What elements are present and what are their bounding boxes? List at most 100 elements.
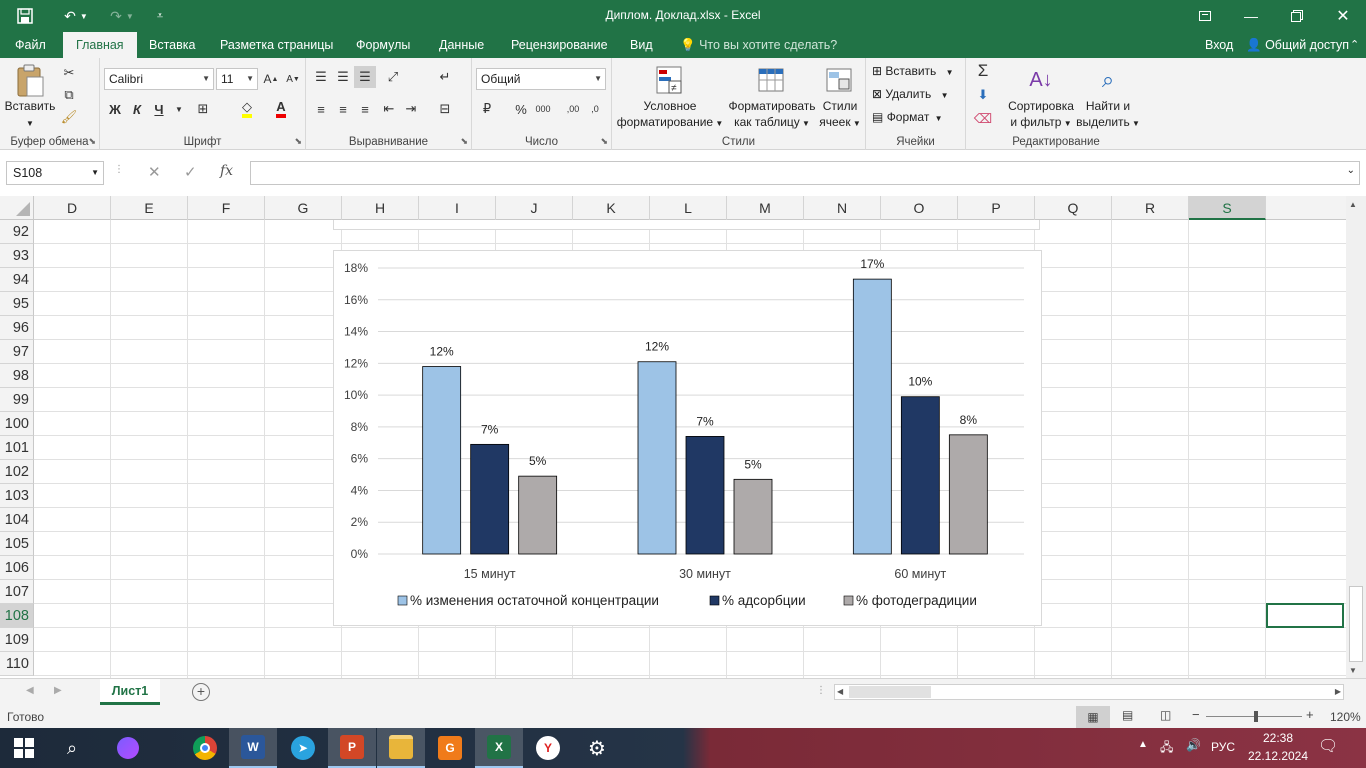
row-header-103[interactable]: 103 <box>0 484 34 508</box>
autosum-icon[interactable]: Σ <box>972 60 994 82</box>
row-header-104[interactable]: 104 <box>0 508 34 532</box>
chrome-icon[interactable] <box>181 728 229 768</box>
number-format-select[interactable]: Общий ▼ <box>476 68 606 90</box>
tell-me-box[interactable]: 💡 Что вы хотите сделать? <box>680 32 837 58</box>
clipboard-launcher-icon[interactable]: ⬊ <box>88 136 96 147</box>
cut-icon[interactable]: ✂ <box>58 62 80 84</box>
row-header-108[interactable]: 108 <box>0 604 34 628</box>
tab-home[interactable]: Главная <box>63 32 137 58</box>
column-header-e[interactable]: E <box>111 196 188 220</box>
format-cells-button[interactable]: ▤ Формат ▼ <box>872 109 943 127</box>
tab-page-layout[interactable]: Разметка страницы <box>207 32 346 58</box>
network-icon[interactable]: 🖧 <box>1160 738 1173 759</box>
row-header-99[interactable]: 99 <box>0 388 34 412</box>
column-header-h[interactable]: H <box>342 196 419 220</box>
conditional-formatting-button[interactable]: ≠ Условное форматирование ▼ <box>616 62 724 132</box>
delete-cells-button[interactable]: ⊠ Удалить ▼ <box>872 86 949 104</box>
page-layout-view-icon[interactable]: ▤ <box>1122 708 1133 722</box>
clear-icon[interactable]: ⌫ <box>972 108 994 130</box>
align-center-icon[interactable]: ≡ <box>332 98 354 120</box>
enter-formula-icon[interactable]: ✓ <box>184 163 197 181</box>
increase-indent-icon[interactable]: ⇥ <box>400 98 422 120</box>
wrap-text-icon[interactable]: ↵ <box>434 66 456 88</box>
row-header-106[interactable]: 106 <box>0 556 34 580</box>
column-header-f[interactable]: F <box>188 196 265 220</box>
column-header-q[interactable]: Q <box>1035 196 1112 220</box>
currency-icon[interactable]: ₽ <box>476 98 498 120</box>
format-painter-icon[interactable]: 🖌 <box>58 106 80 128</box>
decrease-decimal-icon[interactable]: ,0 <box>584 98 606 120</box>
chart[interactable]: 0% 2% 4% 6% 8% 10% 12% 14% 16% 18% 12% 7% 5% 15 минут… <box>333 250 1042 626</box>
find-select-button[interactable]: ⌕ Найти и выделить ▼ <box>1076 62 1140 132</box>
row-header-105[interactable]: 105 <box>0 532 34 556</box>
column-header-g[interactable]: G <box>265 196 342 220</box>
align-right-icon[interactable]: ≡ <box>354 98 376 120</box>
column-header-k[interactable]: K <box>573 196 650 220</box>
font-color-icon[interactable]: A <box>270 98 292 120</box>
pdf-app-icon[interactable]: G <box>426 728 474 768</box>
column-header-m[interactable]: M <box>727 196 804 220</box>
chevron-down-icon[interactable]: ▼ <box>168 98 190 120</box>
name-box[interactable]: S108 ▼ <box>6 161 104 185</box>
file-explorer-icon[interactable] <box>377 728 425 768</box>
row-header-100[interactable]: 100 <box>0 412 34 436</box>
copy-icon[interactable]: ⧉ <box>58 84 80 106</box>
sheet-tab[interactable]: Лист1 <box>100 679 160 705</box>
zoom-out-icon[interactable]: − <box>1192 707 1200 722</box>
align-left-icon[interactable]: ≡ <box>310 98 332 120</box>
tab-data[interactable]: Данные <box>426 32 497 58</box>
scroll-right-icon[interactable]: ▶ <box>1335 685 1341 699</box>
horizontal-scrollbar[interactable]: ◀ ▶ <box>834 684 1344 700</box>
decrease-indent-icon[interactable]: ⇤ <box>378 98 400 120</box>
powerpoint-icon[interactable]: P <box>328 728 376 768</box>
underline-button[interactable]: Ч <box>148 98 170 120</box>
normal-view-icon[interactable]: ▦ <box>1076 706 1110 728</box>
scroll-up-icon[interactable]: ▲ <box>1349 200 1357 209</box>
excel-icon[interactable]: X <box>475 728 523 768</box>
page-break-view-icon[interactable]: ◫ <box>1160 708 1171 722</box>
close-icon[interactable]: ✕ <box>1320 0 1366 32</box>
cell-styles-button[interactable]: Стили ячеек ▼ <box>818 62 862 132</box>
column-header-n[interactable]: N <box>804 196 881 220</box>
collapse-ribbon-icon[interactable]: ⌃ <box>1350 32 1359 58</box>
word-icon[interactable]: W <box>229 728 277 768</box>
column-header-l[interactable]: L <box>650 196 727 220</box>
tab-view[interactable]: Вид <box>617 32 666 58</box>
worksheet-grid[interactable]: DEFGHIJKLMNOPQRS 92 93 94 95 96 97 98 99 100 101 1… <box>0 196 1366 678</box>
increase-decimal-icon[interactable]: ,00 <box>562 98 584 120</box>
fill-icon[interactable]: ⬇ <box>972 84 994 106</box>
row-header-98[interactable]: 98 <box>0 364 34 388</box>
input-language[interactable]: РУС <box>1211 740 1235 754</box>
clock-time[interactable]: 22:38 <box>1248 731 1308 745</box>
insert-cells-button[interactable]: ⊞ Вставить ▼ <box>872 63 954 81</box>
ribbon-display-icon[interactable] <box>1182 0 1228 32</box>
volume-icon[interactable]: 🔊 <box>1186 738 1201 752</box>
italic-button[interactable]: К <box>126 98 148 120</box>
vertical-scroll-thumb[interactable] <box>1349 586 1363 662</box>
sort-filter-button[interactable]: A↓ Сортировка и фильтр ▼ <box>1006 62 1076 132</box>
row-header-101[interactable]: 101 <box>0 436 34 460</box>
tab-formulas[interactable]: Формулы <box>343 32 423 58</box>
tab-review[interactable]: Рецензирование <box>498 32 621 58</box>
alignment-launcher-icon[interactable]: ⬊ <box>460 136 468 147</box>
select-all-corner[interactable] <box>0 196 34 220</box>
orientation-icon[interactable]: ⤢ <box>382 66 404 88</box>
zoom-in-icon[interactable]: + <box>1306 707 1314 722</box>
comma-style-icon[interactable]: 000 <box>532 98 554 120</box>
row-header-102[interactable]: 102 <box>0 460 34 484</box>
row-header-94[interactable]: 94 <box>0 268 34 292</box>
column-header-d[interactable]: D <box>34 196 111 220</box>
tab-file[interactable]: Файл <box>2 32 59 58</box>
bold-button[interactable]: Ж <box>104 98 126 120</box>
align-top-icon[interactable]: ☰ <box>310 66 332 88</box>
zoom-level[interactable]: 120% <box>1330 710 1361 724</box>
signin-link[interactable]: Вход <box>1205 32 1233 58</box>
row-header-97[interactable]: 97 <box>0 340 34 364</box>
tab-insert[interactable]: Вставка <box>136 32 208 58</box>
row-header-110[interactable]: 110 <box>0 652 34 676</box>
shrink-font-icon[interactable]: A ▼ <box>282 68 304 90</box>
active-cell[interactable] <box>1266 603 1344 628</box>
next-sheet-icon[interactable]: ▶ <box>54 685 62 696</box>
expand-formula-icon[interactable]: ⌄ <box>1347 165 1355 176</box>
row-header-92[interactable]: 92 <box>0 220 34 244</box>
